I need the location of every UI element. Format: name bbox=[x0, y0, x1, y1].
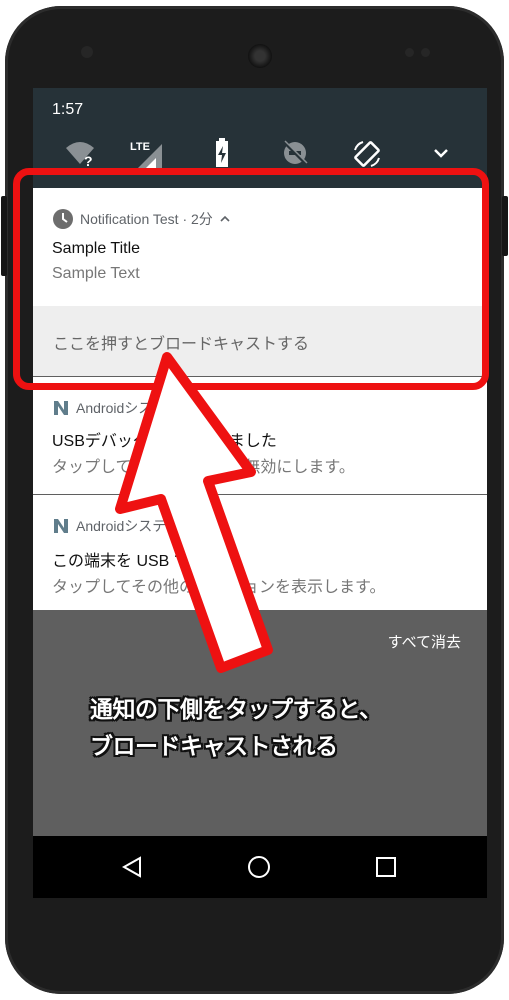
pointer-arrow-icon bbox=[115, 352, 273, 673]
annotation-caption-line1: 通知の下側をタップすると、 bbox=[90, 697, 382, 723]
annotation-caption-line2: ブロードキャストされる bbox=[90, 734, 338, 760]
